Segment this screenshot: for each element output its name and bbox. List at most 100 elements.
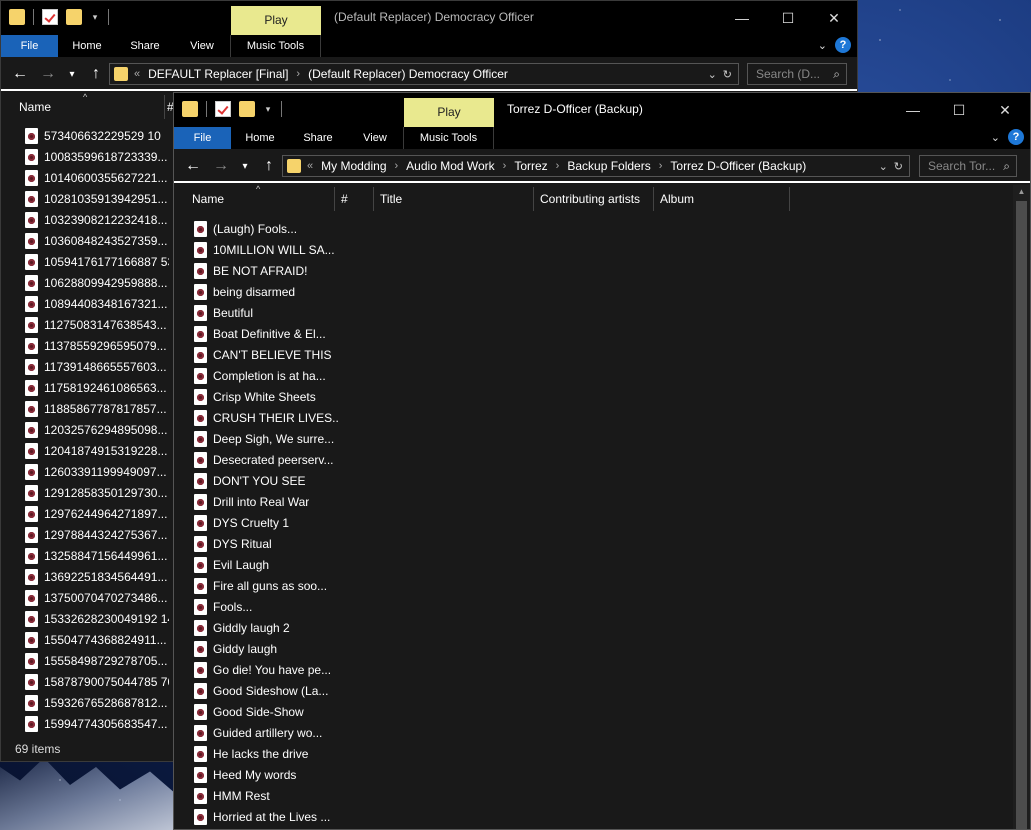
close-button[interactable]: ✕ bbox=[811, 1, 857, 35]
list-item[interactable]: DON'T YOU SEE bbox=[194, 470, 1030, 491]
breadcrumb-item[interactable]: (Default Replacer) Democracy Officer bbox=[308, 67, 508, 81]
list-item[interactable]: DYS Cruelty 1 bbox=[194, 512, 1030, 533]
column-number[interactable]: # bbox=[335, 187, 374, 211]
help-icon[interactable]: ? bbox=[1008, 129, 1024, 145]
maximize-button[interactable]: ☐ bbox=[765, 1, 811, 35]
scroll-up-icon[interactable]: ▲ bbox=[1013, 185, 1030, 199]
tab-file[interactable]: File bbox=[174, 127, 231, 149]
breadcrumb-item[interactable]: Audio Mod Work bbox=[406, 159, 494, 173]
column-title[interactable]: Title bbox=[374, 187, 534, 211]
list-item[interactable]: Desecrated peerserv... bbox=[194, 449, 1030, 470]
refresh-icon[interactable]: ↻ bbox=[894, 160, 903, 173]
breadcrumb-item[interactable]: DEFAULT Replacer [Final] bbox=[148, 67, 288, 81]
address-dropdown-icon[interactable]: ⌄ bbox=[708, 68, 717, 81]
breadcrumb-overflow[interactable]: « bbox=[307, 160, 313, 172]
list-item[interactable]: Completion is at ha... bbox=[194, 365, 1030, 386]
breadcrumb-overflow[interactable]: « bbox=[134, 68, 140, 80]
address-bar[interactable]: « My Modding › Audio Mod Work › Torrez ›… bbox=[282, 155, 910, 177]
new-folder-icon[interactable] bbox=[66, 9, 82, 25]
list-item[interactable]: HMM Rest bbox=[194, 785, 1030, 806]
folder-icon[interactable] bbox=[182, 101, 198, 117]
list-item[interactable]: Beutiful bbox=[194, 302, 1030, 323]
tab-share[interactable]: Share bbox=[289, 127, 347, 149]
list-item[interactable]: being disarmed bbox=[194, 281, 1030, 302]
back-arrow-icon[interactable]: ← bbox=[184, 157, 202, 175]
list-item[interactable]: Go die! You have pe... bbox=[194, 659, 1030, 680]
tab-music-tools[interactable]: Music Tools bbox=[230, 35, 321, 57]
search-icon[interactable]: ⌕ bbox=[833, 64, 840, 84]
breadcrumb-item[interactable]: Torrez bbox=[514, 159, 547, 173]
list-item[interactable]: Evil Laugh bbox=[194, 554, 1030, 575]
customize-toolbar-icon[interactable]: ▾ bbox=[263, 101, 273, 117]
recent-locations-icon[interactable]: ▾ bbox=[67, 69, 77, 80]
customize-toolbar-icon[interactable]: ▾ bbox=[90, 9, 100, 25]
expand-ribbon-icon[interactable]: ⌄ bbox=[991, 131, 1000, 144]
tab-view[interactable]: View bbox=[347, 127, 403, 149]
list-item[interactable]: Giddy laugh bbox=[194, 638, 1030, 659]
list-item[interactable]: Guided artillery wo... bbox=[194, 722, 1030, 743]
list-item[interactable]: Drill into Real War bbox=[194, 491, 1030, 512]
breadcrumb-item[interactable]: Torrez D-Officer (Backup) bbox=[670, 159, 806, 173]
minimize-button[interactable]: — bbox=[890, 93, 936, 127]
list-item[interactable]: (Laugh) Fools... bbox=[194, 218, 1030, 239]
forward-arrow-icon[interactable]: → bbox=[212, 157, 230, 175]
list-item[interactable]: Good Sideshow (La... bbox=[194, 680, 1030, 701]
new-folder-icon[interactable] bbox=[239, 101, 255, 117]
list-item[interactable]: Boat Definitive & El... bbox=[194, 323, 1030, 344]
minimize-button[interactable]: — bbox=[719, 1, 765, 35]
column-contributing-artists[interactable]: Contributing artists bbox=[534, 187, 654, 211]
breadcrumb-item[interactable]: My Modding bbox=[321, 159, 386, 173]
title-bar[interactable]: ▾ Play (Default Replacer) Democracy Offi… bbox=[1, 1, 857, 35]
address-bar[interactable]: « DEFAULT Replacer [Final] › (Default Re… bbox=[109, 63, 739, 85]
tab-music-tools[interactable]: Music Tools bbox=[403, 127, 494, 149]
recent-locations-icon[interactable]: ▾ bbox=[240, 161, 250, 172]
explorer-window-front[interactable]: ▾ Play Torrez D-Officer (Backup) — ☐ ✕ F… bbox=[173, 92, 1031, 830]
search-input[interactable]: Search Tor... ⌕ bbox=[919, 155, 1017, 177]
expand-ribbon-icon[interactable]: ⌄ bbox=[818, 39, 827, 52]
help-icon[interactable]: ? bbox=[835, 37, 851, 53]
address-dropdown-icon[interactable]: ⌄ bbox=[879, 160, 888, 173]
breadcrumb-item[interactable]: Backup Folders bbox=[567, 159, 650, 173]
close-button[interactable]: ✕ bbox=[982, 93, 1028, 127]
list-item[interactable]: Crisp White Sheets bbox=[194, 386, 1030, 407]
column-name[interactable]: Name bbox=[186, 187, 335, 211]
tab-home[interactable]: Home bbox=[231, 127, 289, 149]
maximize-button[interactable]: ☐ bbox=[936, 93, 982, 127]
breadcrumb-chevron-icon[interactable]: › bbox=[503, 160, 507, 172]
list-item[interactable]: CAN'T BELIEVE THIS bbox=[194, 344, 1030, 365]
up-arrow-icon[interactable]: ↑ bbox=[260, 157, 278, 175]
column-album[interactable]: Album bbox=[654, 187, 790, 211]
list-item[interactable]: CRUSH THEIR LIVES... bbox=[194, 407, 1030, 428]
breadcrumb-chevron-icon[interactable]: › bbox=[659, 160, 663, 172]
column-name[interactable]: Name bbox=[13, 95, 165, 119]
properties-icon[interactable] bbox=[42, 9, 58, 25]
list-item[interactable]: DYS Ritual bbox=[194, 533, 1030, 554]
properties-icon[interactable] bbox=[215, 101, 231, 117]
up-arrow-icon[interactable]: ↑ bbox=[87, 65, 105, 83]
tab-play[interactable]: Play bbox=[231, 6, 321, 35]
list-item[interactable]: Fire all guns as soo... bbox=[194, 575, 1030, 596]
title-bar[interactable]: ▾ Play Torrez D-Officer (Backup) — ☐ ✕ bbox=[174, 93, 1030, 127]
tab-file[interactable]: File bbox=[1, 35, 58, 57]
list-item[interactable]: 10MILLION WILL SA... bbox=[194, 239, 1030, 260]
vertical-scrollbar[interactable]: ▲ bbox=[1013, 185, 1030, 829]
list-item[interactable]: BE NOT AFRAID! bbox=[194, 260, 1030, 281]
list-item[interactable]: He lacks the drive bbox=[194, 743, 1030, 764]
tab-play[interactable]: Play bbox=[404, 98, 494, 127]
tab-share[interactable]: Share bbox=[116, 35, 174, 57]
folder-icon[interactable] bbox=[9, 9, 25, 25]
tab-home[interactable]: Home bbox=[58, 35, 116, 57]
list-item[interactable]: Giddly laugh 2 bbox=[194, 617, 1030, 638]
list-item[interactable]: Fools... bbox=[194, 596, 1030, 617]
search-input[interactable]: Search (D... ⌕ bbox=[747, 63, 847, 85]
list-item[interactable]: Horried at the Lives ... bbox=[194, 806, 1030, 827]
forward-arrow-icon[interactable]: → bbox=[39, 65, 57, 83]
back-arrow-icon[interactable]: ← bbox=[11, 65, 29, 83]
breadcrumb-chevron-icon[interactable]: › bbox=[296, 68, 300, 80]
breadcrumb-chevron-icon[interactable]: › bbox=[556, 160, 560, 172]
list-item[interactable]: Deep Sigh, We surre... bbox=[194, 428, 1030, 449]
scrollbar-thumb[interactable] bbox=[1016, 201, 1027, 829]
list-item[interactable]: Good Side-Show bbox=[194, 701, 1030, 722]
tab-view[interactable]: View bbox=[174, 35, 230, 57]
list-item[interactable]: Heed My words bbox=[194, 764, 1030, 785]
